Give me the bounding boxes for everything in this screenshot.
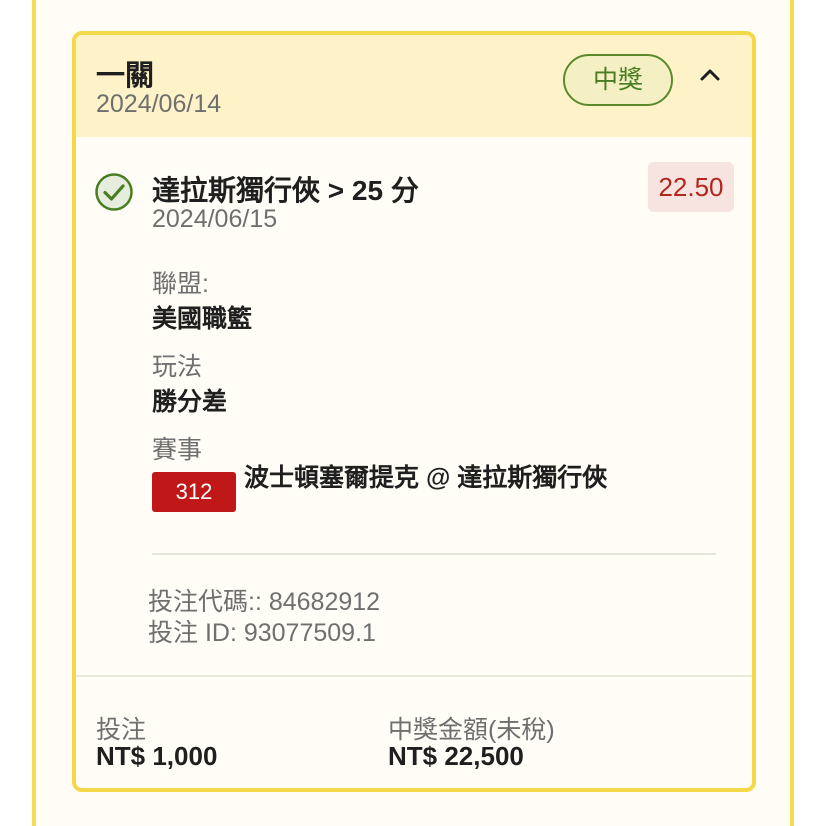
footer-divider	[76, 675, 752, 677]
odds-badge: 22.50	[648, 162, 734, 212]
bet-type-title: 一關	[96, 60, 155, 92]
divider	[152, 553, 716, 555]
bet-id: 投注 ID: 93077509.1	[148, 619, 376, 647]
chevron-up-icon[interactable]	[696, 61, 724, 89]
card-header[interactable]: 一關 2024/06/14 中獎	[76, 35, 752, 137]
payout-value: NT$ 22,500	[388, 741, 524, 771]
league-label: 聯盟:	[152, 270, 209, 298]
match-date: 2024/06/15	[152, 205, 278, 233]
stake-value: NT$ 1,000	[96, 741, 218, 771]
selection-name: 達拉斯獨行俠 > 25 分	[152, 175, 419, 206]
event-id-badge: 312	[152, 472, 236, 512]
page: 一關 2024/06/14 中獎 達拉斯獨行俠 > 25 分 2024/06/1…	[0, 0, 828, 826]
market-value: 勝分差	[152, 388, 228, 416]
bet-card: 一關 2024/06/14 中獎 達拉斯獨行俠 > 25 分 2024/06/1…	[72, 31, 756, 792]
bet-date: 2024/06/14	[96, 90, 222, 118]
market-label: 玩法	[152, 353, 203, 381]
check-circle-icon	[95, 173, 133, 211]
event-name: 波士頓塞爾提克 @ 達拉斯獨行俠	[244, 464, 608, 492]
league-value: 美國職籃	[152, 305, 253, 333]
status-badge: 中獎	[563, 54, 673, 106]
event-label: 賽事	[152, 436, 203, 464]
